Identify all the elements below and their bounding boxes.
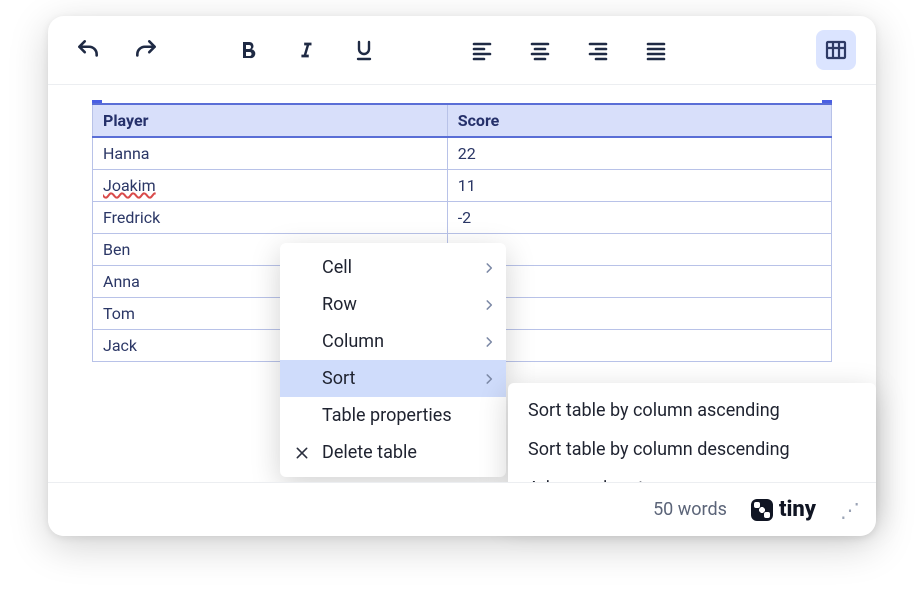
table-row[interactable]: Fredrick -2: [93, 202, 832, 234]
cell-score[interactable]: -2: [447, 202, 831, 234]
brand: tiny: [751, 497, 816, 522]
menu-item-label: Column: [322, 331, 384, 352]
context-menu: Cell Row Column Sort: [280, 243, 506, 477]
align-left-icon: [470, 38, 494, 62]
align-justify-button[interactable]: [636, 30, 676, 70]
menu-item-label: Delete table: [322, 442, 417, 463]
chevron-right-icon: [482, 298, 496, 312]
table-row[interactable]: Joakim 11: [93, 170, 832, 202]
menu-item-label: Sort table by column ascending: [528, 400, 780, 421]
undo-button[interactable]: [68, 30, 108, 70]
cell-player[interactable]: Hanna: [93, 137, 448, 170]
spellcheck-flag: Joakim: [103, 176, 156, 195]
menu-item-delete-table[interactable]: Delete table: [280, 434, 506, 471]
menu-item-label: Row: [322, 294, 357, 315]
align-left-button[interactable]: [462, 30, 502, 70]
menu-item-sort-asc[interactable]: Sort table by column ascending: [508, 391, 876, 430]
word-count[interactable]: 50 words: [653, 499, 727, 520]
align-center-icon: [528, 38, 552, 62]
undo-icon: [75, 37, 101, 63]
cell-player[interactable]: Joakim: [93, 170, 448, 202]
italic-button[interactable]: [286, 30, 326, 70]
menu-item-label: Cell: [322, 257, 352, 278]
menu-item-sort-desc[interactable]: Sort table by column descending: [508, 430, 876, 469]
editor-content[interactable]: Player Score Hanna 22 Joakim 11 Fredrick…: [48, 85, 876, 495]
cell-score[interactable]: 11: [447, 170, 831, 202]
menu-item-row[interactable]: Row: [280, 286, 506, 323]
redo-icon: [133, 37, 159, 63]
menu-item-cell[interactable]: Cell: [280, 249, 506, 286]
cell-score[interactable]: 22: [447, 137, 831, 170]
close-icon: [294, 445, 310, 461]
bold-button[interactable]: [228, 30, 268, 70]
column-header-player[interactable]: Player: [93, 104, 448, 137]
brand-logo-icon: [751, 499, 773, 521]
resize-handle[interactable]: ⋰: [840, 498, 856, 522]
chevron-right-icon: [482, 335, 496, 349]
column-header-score[interactable]: Score: [447, 104, 831, 137]
cell-player[interactable]: Fredrick: [93, 202, 448, 234]
table-icon: [824, 38, 848, 62]
italic-icon: [295, 39, 317, 61]
table-header-row: Player Score: [93, 104, 832, 137]
menu-item-label: Table properties: [322, 405, 452, 426]
toolbar: [48, 16, 876, 85]
align-right-icon: [586, 38, 610, 62]
menu-item-label: Sort: [322, 368, 355, 389]
menu-item-label: Sort table by column descending: [528, 439, 790, 460]
menu-item-sort[interactable]: Sort: [280, 360, 506, 397]
align-justify-icon: [644, 38, 668, 62]
table-button[interactable]: [816, 30, 856, 70]
align-center-button[interactable]: [520, 30, 560, 70]
menu-item-table-properties[interactable]: Table properties: [280, 397, 506, 434]
underline-icon: [352, 38, 376, 62]
chevron-right-icon: [482, 372, 496, 386]
bold-icon: [236, 38, 260, 62]
brand-name: tiny: [779, 497, 816, 522]
align-right-button[interactable]: [578, 30, 618, 70]
table-row[interactable]: Hanna 22: [93, 137, 832, 170]
status-bar: 50 words tiny ⋰: [48, 482, 876, 536]
redo-button[interactable]: [126, 30, 166, 70]
editor-window: Player Score Hanna 22 Joakim 11 Fredrick…: [48, 16, 876, 536]
chevron-right-icon: [482, 261, 496, 275]
menu-item-column[interactable]: Column: [280, 323, 506, 360]
underline-button[interactable]: [344, 30, 384, 70]
